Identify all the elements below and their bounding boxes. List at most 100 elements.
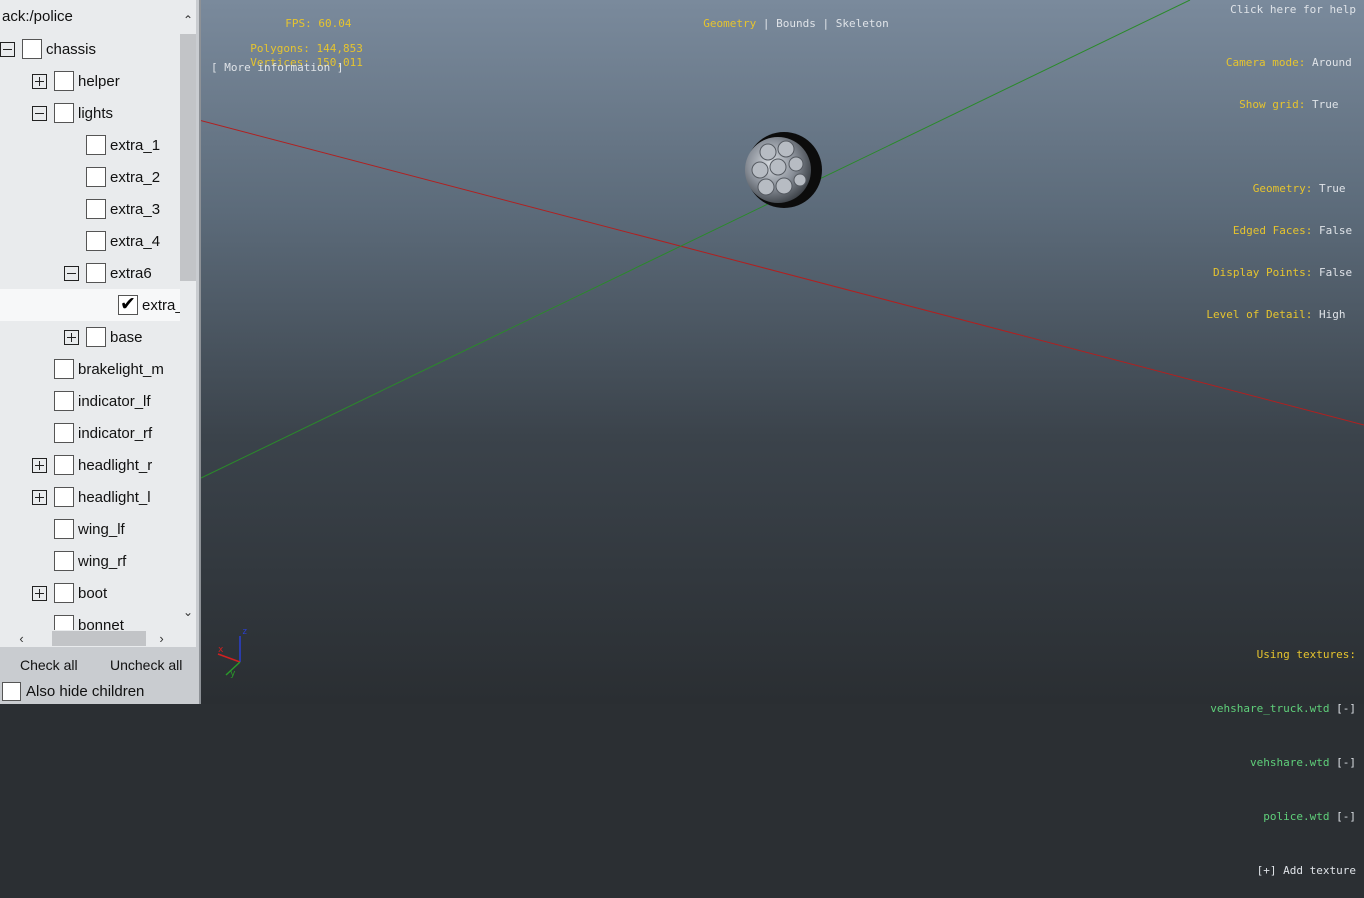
texture-item: vehshare_truck.wtd [-] [1210,702,1356,715]
tab-geometry[interactable]: Geometry [703,17,756,30]
tree-node[interactable]: wing_lf [32,513,125,545]
scroll-down-icon[interactable]: ⌄ [180,604,196,620]
tree-node-checkbox[interactable] [86,327,106,347]
tree-node[interactable]: headlight_r [32,449,152,481]
tree-node[interactable]: extra6 [64,257,152,289]
tree-node-label: helper [78,72,120,90]
tree-node[interactable]: boot [32,577,107,609]
geometry-setting[interactable]: Geometry: True [1206,182,1354,196]
tree-node-checkbox[interactable] [86,167,106,187]
texture-item: police.wtd [-] [1263,810,1356,823]
camera-mode-setting[interactable]: Camera mode: Around [1206,56,1354,70]
help-link[interactable]: Click here for help [1230,3,1356,17]
fps-readout: FPS: 60.04 [285,17,352,30]
tree-node-label: headlight_r [78,456,153,474]
remove-texture-button[interactable]: [-] [1336,810,1356,823]
also-hide-children-label: Also hide children [26,683,145,700]
tree-node-label: indicator_rf [78,424,153,442]
more-information-link[interactable]: [ More information ] [211,61,343,75]
tree-node-label: extra_6 [142,296,180,314]
tree-node[interactable]: bonnet [32,609,124,630]
tree-node-checkbox[interactable] [86,231,106,251]
tree-view[interactable]: ack:/police chassis helper lights extra_1 ex… [0,0,196,647]
expand-icon[interactable] [32,489,47,505]
tree-node[interactable]: indicator_rf [32,417,152,449]
tree-node[interactable]: extra_4 [64,225,160,257]
tree-node-checkbox[interactable] [54,103,74,123]
scroll-right-icon[interactable]: › [153,630,170,647]
tree-node-checkbox[interactable] [22,39,42,59]
tree-node[interactable]: wing_rf [32,545,126,577]
tree-node-checkbox[interactable] [54,455,74,475]
tree-node-label: headlight_l [78,488,151,506]
tree-node-label: base [110,328,143,346]
tree-node[interactable]: helper [32,65,120,97]
edged-faces-setting[interactable]: Edged Faces: False [1206,224,1354,238]
tree-node-label: wing_lf [78,520,125,538]
tree-node[interactable]: extra_6 [0,289,180,321]
vertical-scroll-thumb[interactable] [180,34,196,281]
tab-skeleton[interactable]: Skeleton [836,17,889,30]
vertical-scrollbar[interactable]: ⌃ ⌄ [180,0,196,630]
settings-panel: Camera mode: Around Show grid: True Geom… [1206,28,1354,336]
tree-node[interactable]: extra_3 [64,193,160,225]
uncheck-all-button[interactable]: Uncheck all [110,655,182,675]
textures-panel: Using textures: vehshare_truck.wtd [-] v… [1210,610,1356,898]
tree-node-label: bonnet [78,616,124,631]
tree-node-checkbox[interactable] [86,263,106,283]
tree-node-label: extra_3 [110,200,161,218]
3d-viewport[interactable] [201,0,1364,704]
tree-node[interactable]: headlight_l [32,481,151,513]
horizontal-scrollbar[interactable]: ‹ › [0,630,180,647]
tree-node-label: wing_rf [78,552,127,570]
scrollbar-corner [180,630,196,647]
tree-node-checkbox[interactable] [118,293,138,316]
render-mode-tabs: Geometry | Bounds | Skeleton [703,17,889,30]
tree-node-label: extra_1 [110,136,161,154]
tree-node-checkbox[interactable] [54,519,74,539]
tree-node-checkbox[interactable] [54,487,74,507]
tree-node[interactable]: indicator_lf [32,385,151,417]
tree-node-checkbox[interactable] [54,359,74,379]
expand-icon[interactable] [64,329,79,345]
collapse-icon[interactable] [32,105,47,121]
remove-texture-button[interactable]: [-] [1336,756,1356,769]
tree-node[interactable]: base [64,321,143,353]
tab-bounds[interactable]: Bounds [776,17,816,30]
collapse-icon[interactable] [64,265,79,281]
tree-node-checkbox[interactable] [54,423,74,443]
collapse-icon[interactable] [0,41,15,57]
add-texture-button[interactable]: [+] Add texture [1210,862,1356,880]
tree-node[interactable]: brakelight_m [32,353,164,385]
textures-heading: Using textures: [1256,648,1356,661]
expand-icon[interactable] [32,457,47,473]
check-all-button[interactable]: Check all [20,655,78,675]
scroll-up-icon[interactable]: ⌃ [180,12,196,28]
tree-node-checkbox[interactable] [54,551,74,571]
tree-node-label: extra_4 [110,232,161,250]
expand-icon[interactable] [32,585,47,601]
tree-node-label: extra_2 [110,168,161,186]
tree-node[interactable]: extra_1 [64,129,160,161]
tree-node-checkbox[interactable] [54,615,74,630]
tree-node-checkbox[interactable] [54,71,74,91]
tree-node-checkbox[interactable] [54,391,74,411]
show-grid-setting[interactable]: Show grid: True [1206,98,1354,112]
tree-node[interactable]: lights [32,97,113,129]
tree-node-checkbox[interactable] [54,583,74,603]
horizontal-scroll-thumb[interactable] [52,631,146,646]
also-hide-children-checkbox[interactable] [2,682,21,701]
sidebar-divider[interactable] [199,0,201,704]
tree-node-checkbox[interactable] [86,199,106,219]
display-points-setting[interactable]: Display Points: False [1206,266,1354,280]
tree-node[interactable]: chassis [0,33,96,65]
tree-node[interactable]: extra_2 [64,161,160,193]
expand-icon[interactable] [32,73,47,89]
scroll-left-icon[interactable]: ‹ [13,630,30,647]
level-of-detail-setting[interactable]: Level of Detail: High [1206,308,1354,322]
tree-node-checkbox[interactable] [86,135,106,155]
tree-node-label: brakelight_m [78,360,164,378]
also-hide-children-option[interactable]: Also hide children [2,682,144,701]
tree-node-label: extra6 [110,264,152,282]
tree-content: ack:/police chassis helper lights extra_1 ex… [0,0,180,630]
